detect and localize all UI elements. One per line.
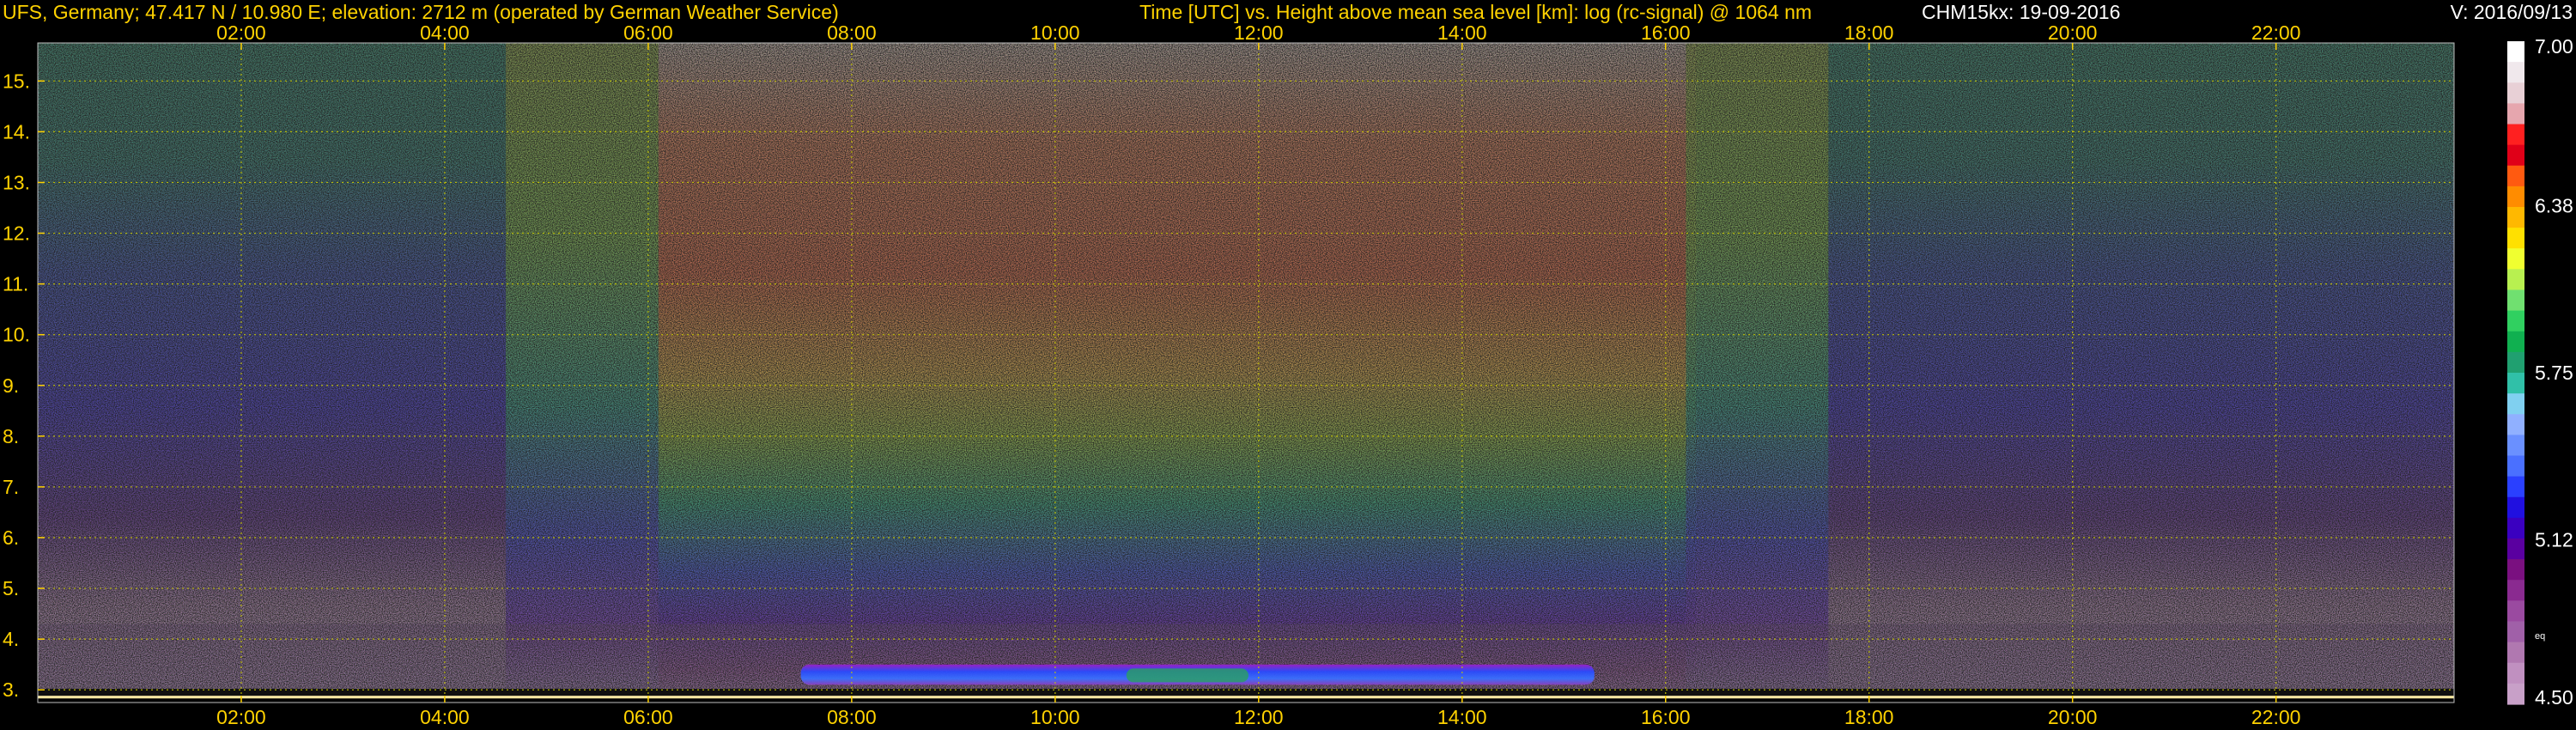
- colorbar-swatch: [2507, 517, 2524, 539]
- x-tick-label-bottom: 18:00: [1844, 706, 1894, 728]
- version-label: V: 2016/09/13: [2451, 1, 2573, 23]
- x-tick-label-top: 20:00: [2048, 21, 2098, 44]
- x-tick-label-bottom: 02:00: [216, 706, 266, 728]
- y-tick-label: 13.: [3, 171, 30, 193]
- colorbar-label: 5.75: [2535, 362, 2573, 384]
- x-tick-label-top: 12:00: [1234, 21, 1284, 44]
- y-tick-label: 12.: [3, 222, 30, 245]
- colorbar-swatch: [2507, 559, 2524, 581]
- x-tick-label-top: 18:00: [1844, 21, 1894, 44]
- colorbar-swatch: [2507, 41, 2524, 63]
- station-info: UFS, Germany; 47.417 N / 10.980 E; eleva…: [3, 1, 839, 23]
- colorbar-swatch: [2507, 207, 2524, 228]
- y-tick-label: 3.: [3, 678, 19, 701]
- ceilometer-plot: 02:00 04:00 06:00 08:00 10:00 12:00 14:00 16:00…: [0, 0, 2576, 730]
- colorbar: 7.00 6.38 5.75 5.12 4.50 eq: [2507, 35, 2573, 709]
- colorbar-swatch: [2507, 600, 2524, 623]
- colorbar-label: 4.50: [2535, 686, 2573, 709]
- colorbar-swatch: [2507, 496, 2524, 519]
- x-tick-label-top: 02:00: [216, 21, 266, 44]
- plot-background: [38, 43, 2454, 703]
- y-tick-label: 10.: [3, 324, 30, 346]
- x-tick-label-top: 22:00: [2251, 21, 2301, 44]
- colorbar-swatch: [2507, 310, 2524, 332]
- colorbar-swatch: [2507, 435, 2524, 457]
- colorbar-swatch: [2507, 642, 2524, 664]
- x-tick-label-bottom: 16:00: [1641, 706, 1691, 728]
- x-tick-label-bottom: 14:00: [1437, 706, 1487, 728]
- ceilometer-chart: 02:00 04:00 06:00 08:00 10:00 12:00 14:00 16:00…: [3, 1, 2573, 728]
- colorbar-swatch: [2507, 476, 2524, 498]
- colorbar-swatch: [2507, 186, 2524, 208]
- colorbar-side-note: eq: [2535, 631, 2545, 642]
- colorbar-swatch: [2507, 289, 2524, 312]
- colorbar-swatch: [2507, 144, 2524, 167]
- colorbar-swatch: [2507, 662, 2524, 684]
- y-tick-label: 8.: [3, 425, 19, 447]
- x-tick-label-bottom: 20:00: [2048, 706, 2098, 728]
- colorbar-swatch: [2507, 62, 2524, 83]
- aerosol-layer-peak: [1126, 668, 1249, 683]
- x-tick-label-top: 08:00: [827, 21, 877, 44]
- x-tick-label-bottom: 22:00: [2251, 706, 2301, 728]
- colorbar-label: 5.12: [2535, 529, 2573, 551]
- x-tick-label-bottom: 12:00: [1234, 706, 1284, 728]
- x-tick-label-bottom: 08:00: [827, 706, 877, 728]
- colorbar-swatch: [2507, 124, 2524, 146]
- y-tick-label: 6.: [3, 526, 19, 549]
- x-tick-label-top: 10:00: [1030, 21, 1080, 44]
- colorbar-swatch: [2507, 165, 2524, 187]
- colorbar-swatch: [2507, 455, 2524, 478]
- x-tick-label-top: 14:00: [1437, 21, 1487, 44]
- colorbar-swatch: [2507, 248, 2524, 270]
- colorbar-swatch: [2507, 228, 2524, 249]
- colorbar-swatch: [2507, 269, 2524, 291]
- x-tick-label-bottom: 06:00: [623, 706, 673, 728]
- y-tick-label: 14.: [3, 120, 30, 143]
- x-tick-label-bottom: 04:00: [420, 706, 470, 728]
- y-tick-label: 15.: [3, 70, 30, 92]
- colorbar-swatch: [2507, 538, 2524, 560]
- colorbar-swatch: [2507, 683, 2524, 705]
- colorbar-swatch: [2507, 373, 2524, 394]
- x-tick-label-top: 16:00: [1641, 21, 1691, 44]
- y-tick-label: 11.: [3, 273, 28, 295]
- colorbar-label: 7.00: [2535, 35, 2573, 58]
- y-tick-label: 5.: [3, 577, 19, 599]
- colorbar-swatch: [2507, 393, 2524, 415]
- colorbar-swatch: [2507, 621, 2524, 643]
- colorbar-swatch: [2507, 351, 2524, 374]
- colorbar-swatch: [2507, 580, 2524, 601]
- y-tick-label: 4.: [3, 628, 19, 650]
- header: UFS, Germany; 47.417 N / 10.980 E; eleva…: [3, 1, 2573, 23]
- y-tick-label: 9.: [3, 374, 19, 397]
- colorbar-swatch: [2507, 82, 2524, 104]
- colorbar-swatch: [2507, 331, 2524, 353]
- colorbar-swatch: [2507, 414, 2524, 435]
- signal-speckle: [38, 43, 2454, 703]
- colorbar-swatch: [2507, 103, 2524, 125]
- x-tick-label-top: 06:00: [623, 21, 673, 44]
- x-tick-label-bottom: 10:00: [1030, 706, 1080, 728]
- below-ground: [38, 698, 2454, 703]
- y-tick-label: 7.: [3, 476, 19, 498]
- instrument-date: CHM15kx: 19-09-2016: [1922, 1, 2120, 23]
- x-tick-label-top: 04:00: [420, 21, 470, 44]
- plot-description: Time [UTC] vs. Height above mean sea lev…: [1139, 1, 1812, 23]
- colorbar-label: 6.38: [2535, 194, 2573, 216]
